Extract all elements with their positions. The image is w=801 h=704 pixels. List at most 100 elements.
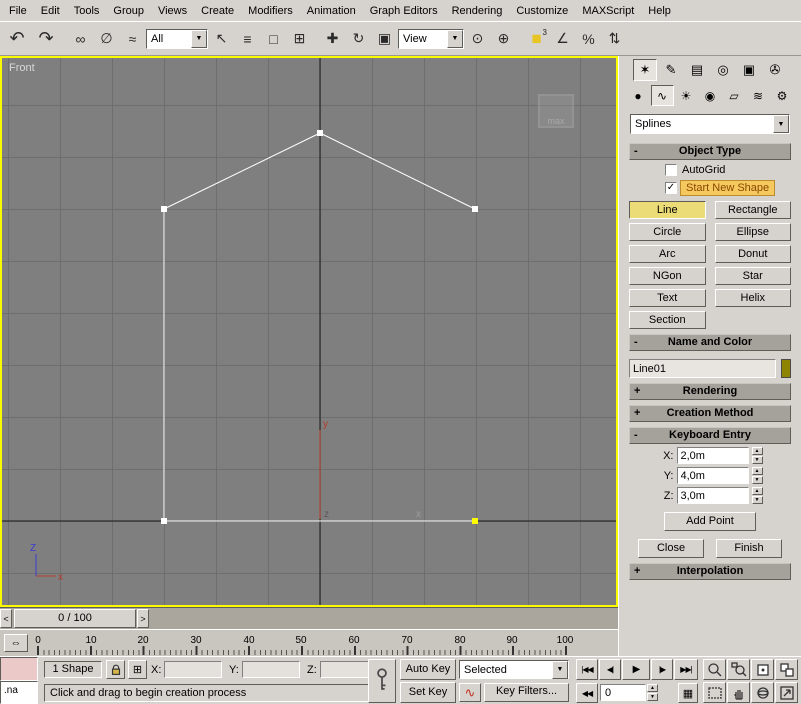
previous-frame-button[interactable]: ◀| — [599, 659, 621, 680]
snaps-toggle-icon[interactable]: ■3 — [524, 26, 549, 52]
select-and-rotate-icon[interactable]: ↻ — [346, 26, 371, 52]
selection-lock-button[interactable] — [106, 660, 125, 679]
lights-icon[interactable]: ☀ — [675, 85, 698, 106]
select-and-manipulate-icon[interactable]: ⊕ — [491, 26, 516, 52]
percent-snap-icon[interactable]: % — [576, 26, 601, 52]
rollout-name-and-color[interactable]: - Name and Color — [629, 334, 791, 351]
create-tab-icon[interactable]: ✶ — [633, 59, 657, 81]
menu-rendering[interactable]: Rendering — [445, 0, 510, 21]
bind-to-space-warp-icon[interactable]: ≈ — [120, 26, 145, 52]
helix-button[interactable]: Helix — [715, 289, 792, 307]
rollout-rendering[interactable]: + Rendering — [629, 383, 791, 400]
add-point-button[interactable]: Add Point — [664, 512, 756, 531]
menu-create[interactable]: Create — [194, 0, 241, 21]
coord-x-input[interactable] — [164, 661, 222, 678]
select-by-name-icon[interactable]: ≡ — [235, 26, 260, 52]
dropdown-arrow-icon[interactable]: ▼ — [773, 115, 789, 133]
viewport-canvas[interactable]: y x z Z x — [2, 58, 616, 605]
select-object-icon[interactable]: ↖ — [209, 26, 234, 52]
hierarchy-tab-icon[interactable]: ▤ — [685, 59, 709, 81]
z-input[interactable] — [677, 487, 749, 504]
time-slider-left-arrow[interactable]: < — [0, 609, 12, 628]
start-new-shape-checkbox[interactable]: ✓ — [665, 182, 677, 194]
space-warps-icon[interactable]: ≋ — [747, 85, 770, 106]
helpers-icon[interactable]: ▱ — [723, 85, 746, 106]
menu-file[interactable]: File — [2, 0, 34, 21]
rollout-object-type[interactable]: - Object Type — [629, 143, 791, 160]
arc-button[interactable]: Arc — [629, 245, 706, 263]
auto-key-button[interactable]: Auto Key — [400, 659, 456, 680]
dropdown-arrow-icon[interactable]: ▼ — [191, 30, 207, 48]
motion-tab-icon[interactable]: ◎ — [711, 59, 735, 81]
select-and-link-icon[interactable]: ∞ — [68, 26, 93, 52]
maxscript-listener-line[interactable]: .na — [0, 681, 38, 704]
geometry-icon[interactable]: ● — [627, 85, 650, 106]
mini-curve-editor-icon[interactable]: ⇔ — [4, 634, 28, 652]
spinner-down-icon[interactable]: ▼ — [752, 476, 763, 484]
pan-icon[interactable] — [727, 682, 750, 703]
selection-filter-dropdown[interactable]: All ▼ — [146, 29, 208, 49]
spinner-down-icon[interactable]: ▼ — [752, 496, 763, 504]
menu-edit[interactable]: Edit — [34, 0, 67, 21]
key-mode-toggle-button[interactable]: ◀◀ — [576, 683, 598, 703]
menu-customize[interactable]: Customize — [509, 0, 575, 21]
ngon-button[interactable]: NGon — [629, 267, 706, 285]
time-slider-right-arrow[interactable]: > — [137, 609, 149, 628]
menu-help[interactable]: Help — [641, 0, 678, 21]
track-bar[interactable]: ⇔ 0 10 20 30 40 50 60 70 80 90 100 — [0, 629, 618, 656]
spinner-down-icon[interactable]: ▼ — [647, 693, 658, 701]
next-frame-button[interactable]: |▶ — [651, 659, 673, 680]
window-crossing-icon[interactable]: ⊞ — [287, 26, 312, 52]
ellipse-button[interactable]: Ellipse — [715, 223, 792, 241]
spinner-snap-icon[interactable]: ⇅ — [602, 26, 627, 52]
default-tangent-icon[interactable]: ∿ — [459, 683, 481, 702]
spinner-up-icon[interactable]: ▲ — [752, 487, 763, 495]
rollout-creation-method[interactable]: + Creation Method — [629, 405, 791, 422]
zoom-region-icon[interactable] — [703, 682, 726, 703]
menu-group[interactable]: Group — [106, 0, 151, 21]
coord-z-input[interactable] — [320, 661, 374, 678]
zoom-extents-icon[interactable] — [751, 659, 774, 680]
systems-icon[interactable]: ⚙ — [771, 85, 794, 106]
start-new-shape-button[interactable]: Start New Shape — [680, 180, 775, 196]
key-filters-button[interactable]: Key Filters... — [484, 683, 569, 702]
macro-recorder-pane[interactable] — [0, 657, 38, 681]
current-frame-input[interactable] — [600, 684, 646, 701]
coord-y-input[interactable] — [242, 661, 300, 678]
text-button[interactable]: Text — [629, 289, 706, 307]
utilities-tab-icon[interactable]: ✇ — [763, 59, 787, 81]
use-pivot-point-icon[interactable]: ⊙ — [465, 26, 490, 52]
modify-tab-icon[interactable]: ✎ — [659, 59, 683, 81]
select-and-scale-icon[interactable]: ▣ — [372, 26, 397, 52]
viewport-label[interactable]: Front — [9, 62, 35, 74]
min-max-toggle-icon[interactable] — [775, 682, 798, 703]
object-color-swatch[interactable] — [781, 359, 791, 378]
circle-button[interactable]: Circle — [629, 223, 706, 241]
autogrid-checkbox[interactable] — [665, 164, 677, 176]
donut-button[interactable]: Donut — [715, 245, 792, 263]
menu-tools[interactable]: Tools — [67, 0, 107, 21]
section-button[interactable]: Section — [629, 311, 706, 329]
close-button[interactable]: Close — [638, 539, 704, 558]
time-slider-track[interactable]: < 0 / 100 > — [0, 607, 618, 629]
menu-views[interactable]: Views — [151, 0, 194, 21]
x-input[interactable] — [677, 447, 749, 464]
y-input[interactable] — [677, 467, 749, 484]
viewport-front[interactable]: y x z Z x Front max — [0, 56, 618, 607]
reference-coordinate-system-dropdown[interactable]: View ▼ — [398, 29, 464, 49]
undo-icon[interactable]: ↶ — [3, 26, 31, 52]
menu-graph-editors[interactable]: Graph Editors — [363, 0, 445, 21]
menu-maxscript[interactable]: MAXScript — [575, 0, 641, 21]
rollout-interpolation[interactable]: + Interpolation — [629, 563, 791, 580]
absolute-mode-icon[interactable]: ⊞ — [128, 660, 147, 679]
rectangle-button[interactable]: Rectangle — [715, 201, 792, 219]
unlink-selection-icon[interactable]: ∅ — [94, 26, 119, 52]
set-keys-button[interactable] — [368, 659, 396, 703]
spinner-up-icon[interactable]: ▲ — [752, 447, 763, 455]
spinner-up-icon[interactable]: ▲ — [752, 467, 763, 475]
zoom-extents-all-icon[interactable] — [775, 659, 798, 680]
arc-rotate-icon[interactable] — [751, 682, 774, 703]
spinner-down-icon[interactable]: ▼ — [752, 456, 763, 464]
display-tab-icon[interactable]: ▣ — [737, 59, 761, 81]
keyboard-shortcut-override-icon[interactable]: ▦ — [678, 683, 698, 703]
